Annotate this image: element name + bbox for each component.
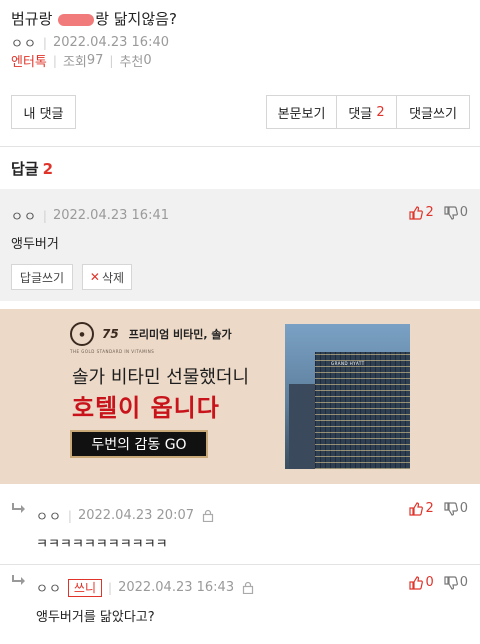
thumbs-up-icon [409,575,424,590]
comment-text: ㅋㅋㅋㅋㅋㅋㅋㅋㅋㅋㅋ [36,537,168,552]
ad-cta-button[interactable]: 두번의 감동 GO [70,430,208,458]
upvote-count: 2 [425,205,434,220]
downvote-button[interactable]: 0 [444,205,468,220]
comment-meta: ㅇㅇ 쓰니 | 2022.04.23 16:43 [36,578,254,597]
downvote-count: 0 [459,501,468,516]
replies-count: 2 [42,160,54,178]
views-count: 97 [86,53,104,68]
comment-votes: 0 0 [399,575,468,590]
post-stats: 엔터톡 | 조회 97 | 추천 0 [11,51,152,70]
reply-arrow-icon [12,503,25,513]
x-icon: ✕ [89,270,100,284]
divider-bar: | [42,35,47,50]
divider-bar: | [108,580,113,595]
recommend-count: 0 [143,53,152,68]
write-comment-button[interactable]: 댓글쓰기 [397,96,469,128]
comment-votes: 2 0 [399,205,468,220]
upvote-count: 2 [425,501,434,516]
thumbs-down-icon [444,501,458,516]
comments-count: 2 [376,104,385,120]
reply-arrow-icon [12,575,25,585]
ad-banner[interactable]: ● 75 프리미엄 비타민, 솔가 THE GOLD STANDARD IN V… [0,309,480,484]
divider-bar: | [42,208,47,223]
post-category[interactable]: 엔터톡 [11,51,47,70]
divider-bar: | [67,508,72,523]
ad-brand-number: 75 [102,327,119,341]
upvote-button[interactable]: 0 [409,575,434,590]
recommend-label: 추천 [119,55,144,70]
view-body-button[interactable]: 본문보기 [267,96,337,128]
thumbs-down-icon [444,575,458,590]
ad-brand: ● 75 프리미엄 비타민, 솔가 [70,322,232,346]
lock-icon [202,509,214,522]
comment-author: ㅇㅇ [11,210,37,225]
thumbs-down-icon [444,205,458,220]
comments-label: 댓글 [348,106,373,122]
delete-button[interactable]: ✕ 삭제 [82,264,132,290]
comment-author: ㅇㅇ [36,510,62,525]
ad-subtext: THE GOLD STANDARD IN VITAMINS [70,349,155,354]
hotel-sign: GRAND HYATT [331,361,365,366]
author-badge: 쓰니 [67,578,103,597]
comment-author: ㅇㅇ [36,582,62,597]
divider [0,564,480,565]
upvote-button[interactable]: 2 [409,501,434,516]
post-meta: ㅇㅇ | 2022.04.23 16:40 [11,33,169,52]
ad-hotel-image: GRAND HYATT [285,324,410,469]
my-comments-button[interactable]: 내 댓글 [11,95,76,129]
delete-label: 삭제 [101,270,125,285]
divider-bar: | [109,53,114,68]
post-author: ㅇㅇ [11,37,37,52]
post-title-end: 랑 닮지않음? [95,10,177,28]
post-datetime: 2022.04.23 16:40 [52,35,169,50]
upvote-button[interactable]: 2 [409,205,434,220]
downvote-button[interactable]: 0 [444,501,468,516]
comment-votes: 2 0 [399,501,468,516]
ad-highlight: 호텔이 옵니다 [72,394,220,422]
comment-item: ㅇㅇ | 2022.04.23 16:41 2 0 앵두버거 답글쓰기 ✕ 삭제 [0,189,480,301]
comment-toolbar: 본문보기 댓글 2 댓글쓰기 [266,95,470,129]
comment-meta: ㅇㅇ | 2022.04.23 20:07 [36,506,214,525]
lock-icon [242,581,254,594]
replies-heading: 답글 2 [11,158,53,179]
ad-brand-tag: 프리미엄 비타민, 솔가 [128,328,232,341]
post-title-start: 범규랑 [11,10,53,28]
comment-text: 앵두버거를 닮았다고? [36,610,155,625]
upvote-count: 0 [425,575,434,590]
comment-datetime: 2022.04.23 16:43 [118,580,235,595]
downvote-count: 0 [459,575,468,590]
thumbs-up-icon [409,205,424,220]
replies-label: 답글 [11,160,39,178]
redacted-name [58,13,95,26]
comment-meta: ㅇㅇ | 2022.04.23 16:41 [11,206,169,225]
views-label: 조회 [62,55,87,70]
divider [0,146,480,147]
divider-bar: | [52,53,57,68]
comment-text: 앵두버거 [11,237,59,252]
comment-datetime: 2022.04.23 16:41 [52,208,169,223]
brand-logo-icon: ● [70,322,94,346]
thumbs-up-icon [409,501,424,516]
downvote-button[interactable]: 0 [444,575,468,590]
ad-headline: 솔가 비타민 선물했더니 [72,367,250,388]
downvote-count: 0 [459,205,468,220]
reply-button[interactable]: 답글쓰기 [11,264,73,290]
post-title: 범규랑 랑 닮지않음? [11,8,177,29]
comment-datetime: 2022.04.23 20:07 [77,508,194,523]
comments-button[interactable]: 댓글 2 [337,96,397,128]
hotel-tower [315,352,410,469]
